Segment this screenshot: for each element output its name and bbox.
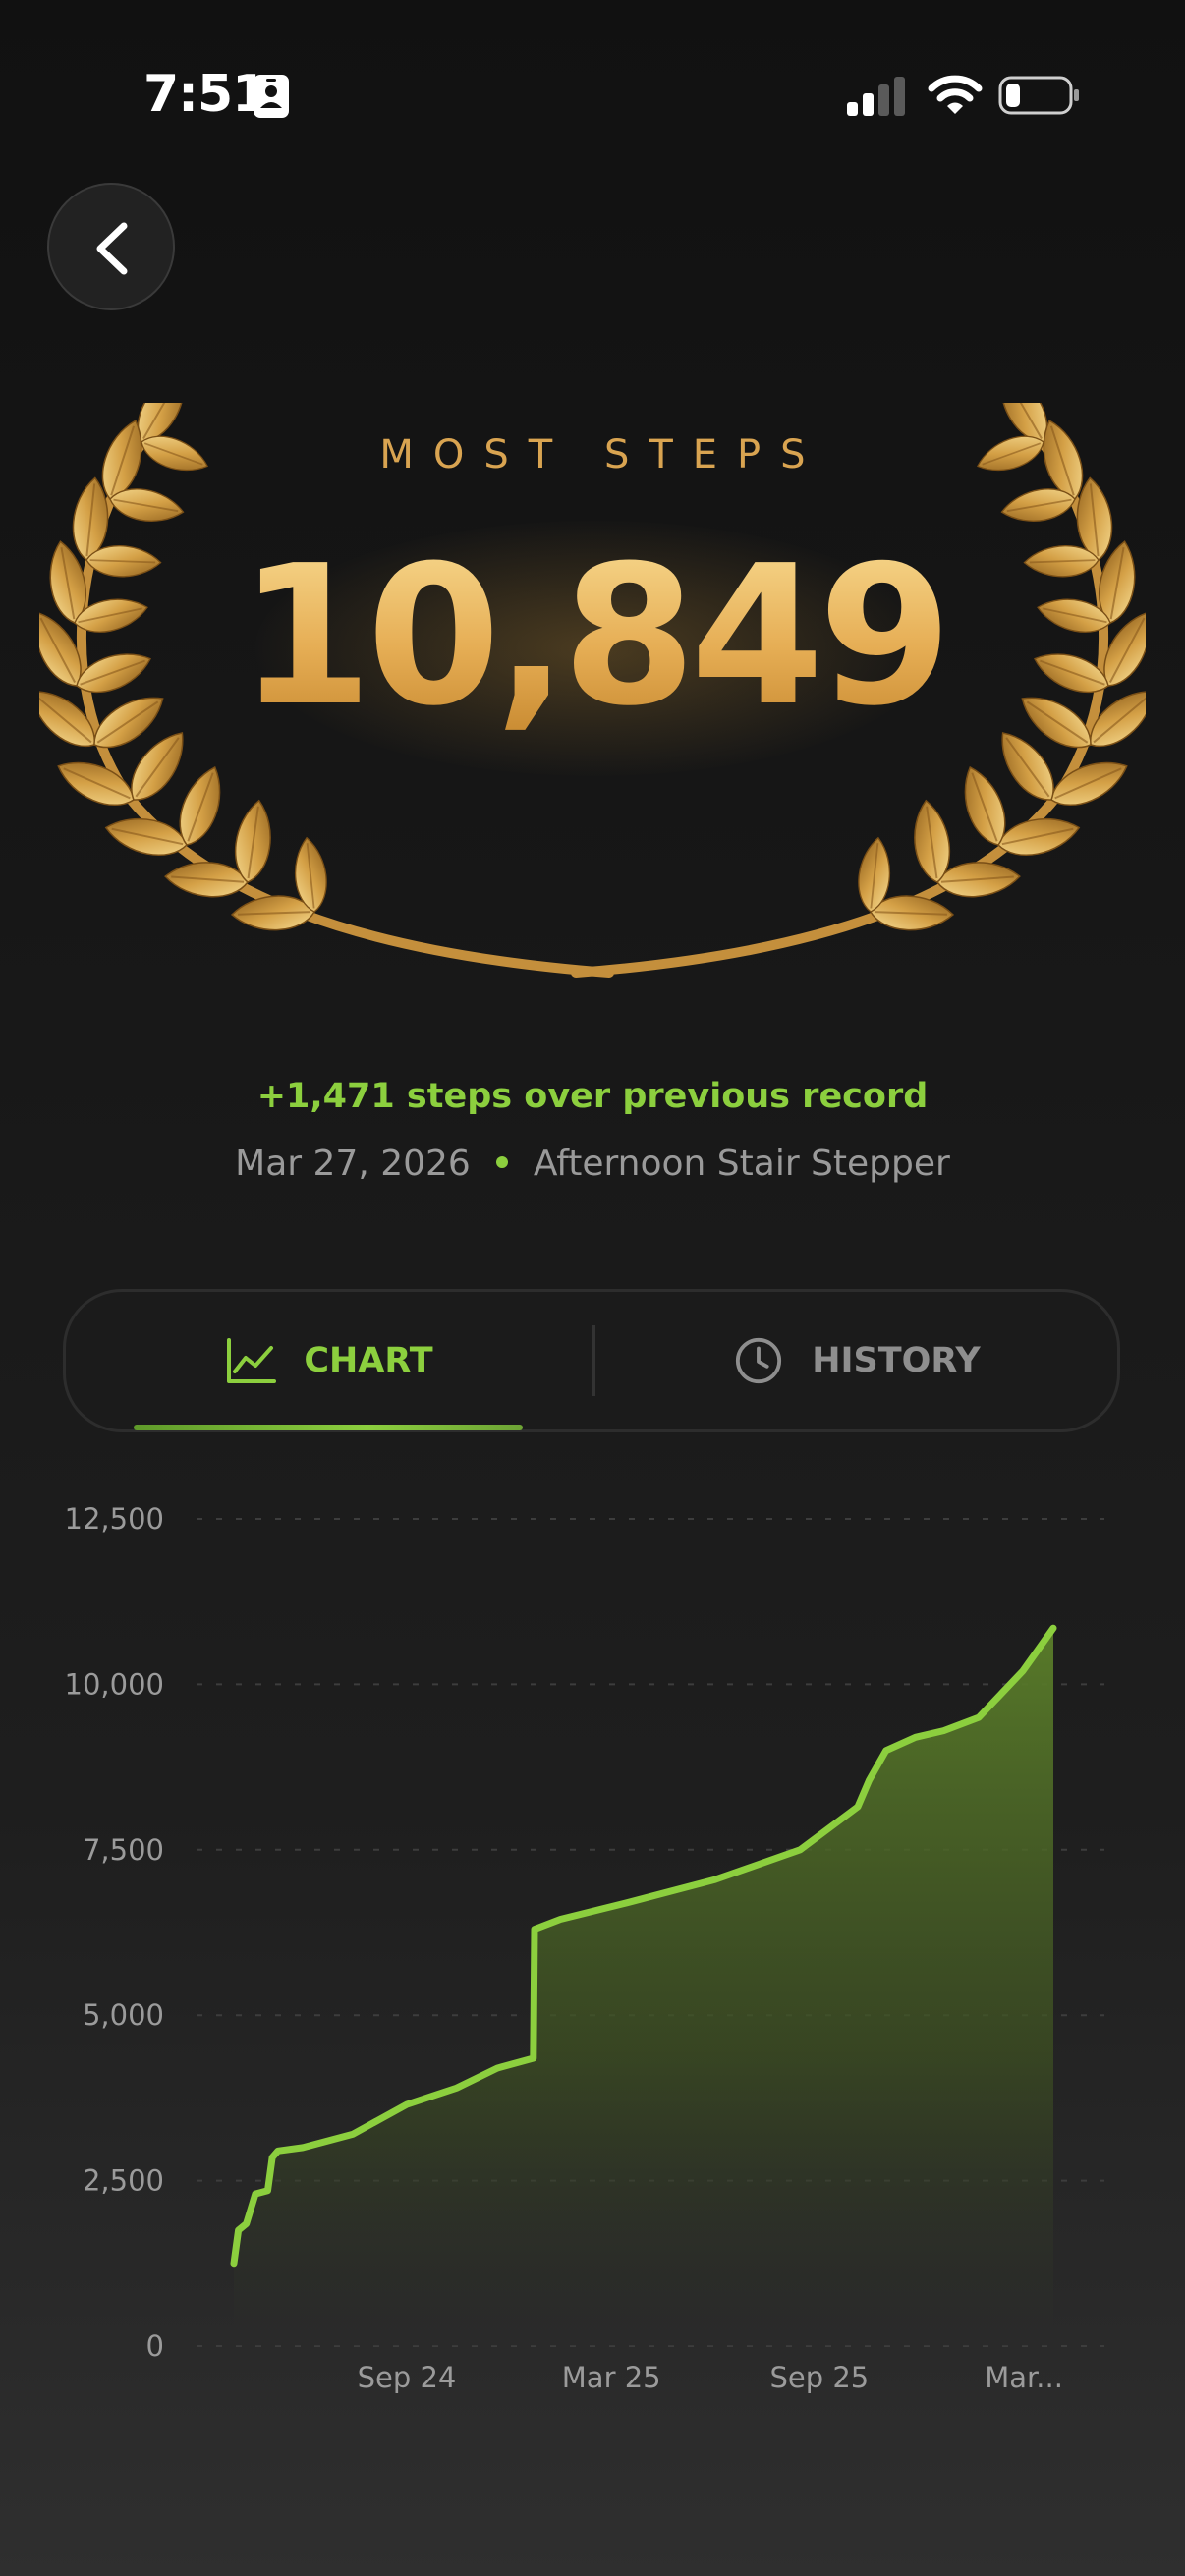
cellular-signal-icon <box>847 77 905 116</box>
record-date: Mar 27, 2026 <box>235 1144 471 1184</box>
battery-low-icon <box>998 76 1079 115</box>
x-tick-label: Mar... <box>985 2361 1063 2394</box>
clock-icon <box>736 1337 782 1384</box>
steps-area-chart: 0 2,500 5,000 7,500 10,000 12,500 Sep 24 Mar 2… <box>65 1502 1104 2394</box>
y-tick-label: 7,500 <box>83 1833 164 1867</box>
series-area-fill <box>234 1628 1053 2346</box>
y-tick-label: 12,500 <box>65 1502 164 1536</box>
record-meta: Mar 27, 2026 Afternoon Stair Stepper <box>0 1144 1185 1184</box>
contact-card-icon <box>254 75 289 118</box>
x-tick-label: Sep 24 <box>358 2361 457 2394</box>
separator-dot <box>495 1156 508 1168</box>
view-tab-bar: CHART HISTORY <box>63 1289 1120 1432</box>
line-chart-icon <box>227 1338 277 1383</box>
chevron-left-icon <box>96 222 128 275</box>
y-tick-label: 10,000 <box>65 1667 164 1701</box>
y-tick-label: 5,000 <box>83 1998 164 2032</box>
y-tick-label: 0 <box>146 2329 164 2363</box>
tab-history[interactable]: HISTORY <box>596 1292 1117 1429</box>
status-bar: 7:51 <box>0 0 1185 196</box>
tab-history-label: HISTORY <box>812 1341 981 1380</box>
x-tick-label: Mar 25 <box>562 2361 661 2394</box>
record-title: MOST STEPS <box>379 432 825 477</box>
record-value: 10,849 <box>0 538 1185 735</box>
series-line <box>230 1624 1057 2268</box>
record-activity: Afternoon Stair Stepper <box>533 1144 950 1184</box>
tab-chart-label: CHART <box>304 1341 433 1380</box>
back-button[interactable] <box>47 183 175 310</box>
tab-divider <box>592 1325 595 1396</box>
improvement-text: +1,471 steps over previous record <box>256 1077 929 1116</box>
record-detail-screen: 7:51 MOST STEPS 10,849 +1,471 steps over… <box>0 0 1185 2576</box>
tab-chart[interactable]: CHART <box>66 1292 592 1429</box>
x-tick-label: Sep 25 <box>769 2361 869 2394</box>
y-tick-label: 2,500 <box>83 2164 164 2198</box>
wifi-icon <box>928 75 983 114</box>
active-tab-indicator <box>134 1425 523 1430</box>
status-time: 7:51 <box>143 65 267 124</box>
